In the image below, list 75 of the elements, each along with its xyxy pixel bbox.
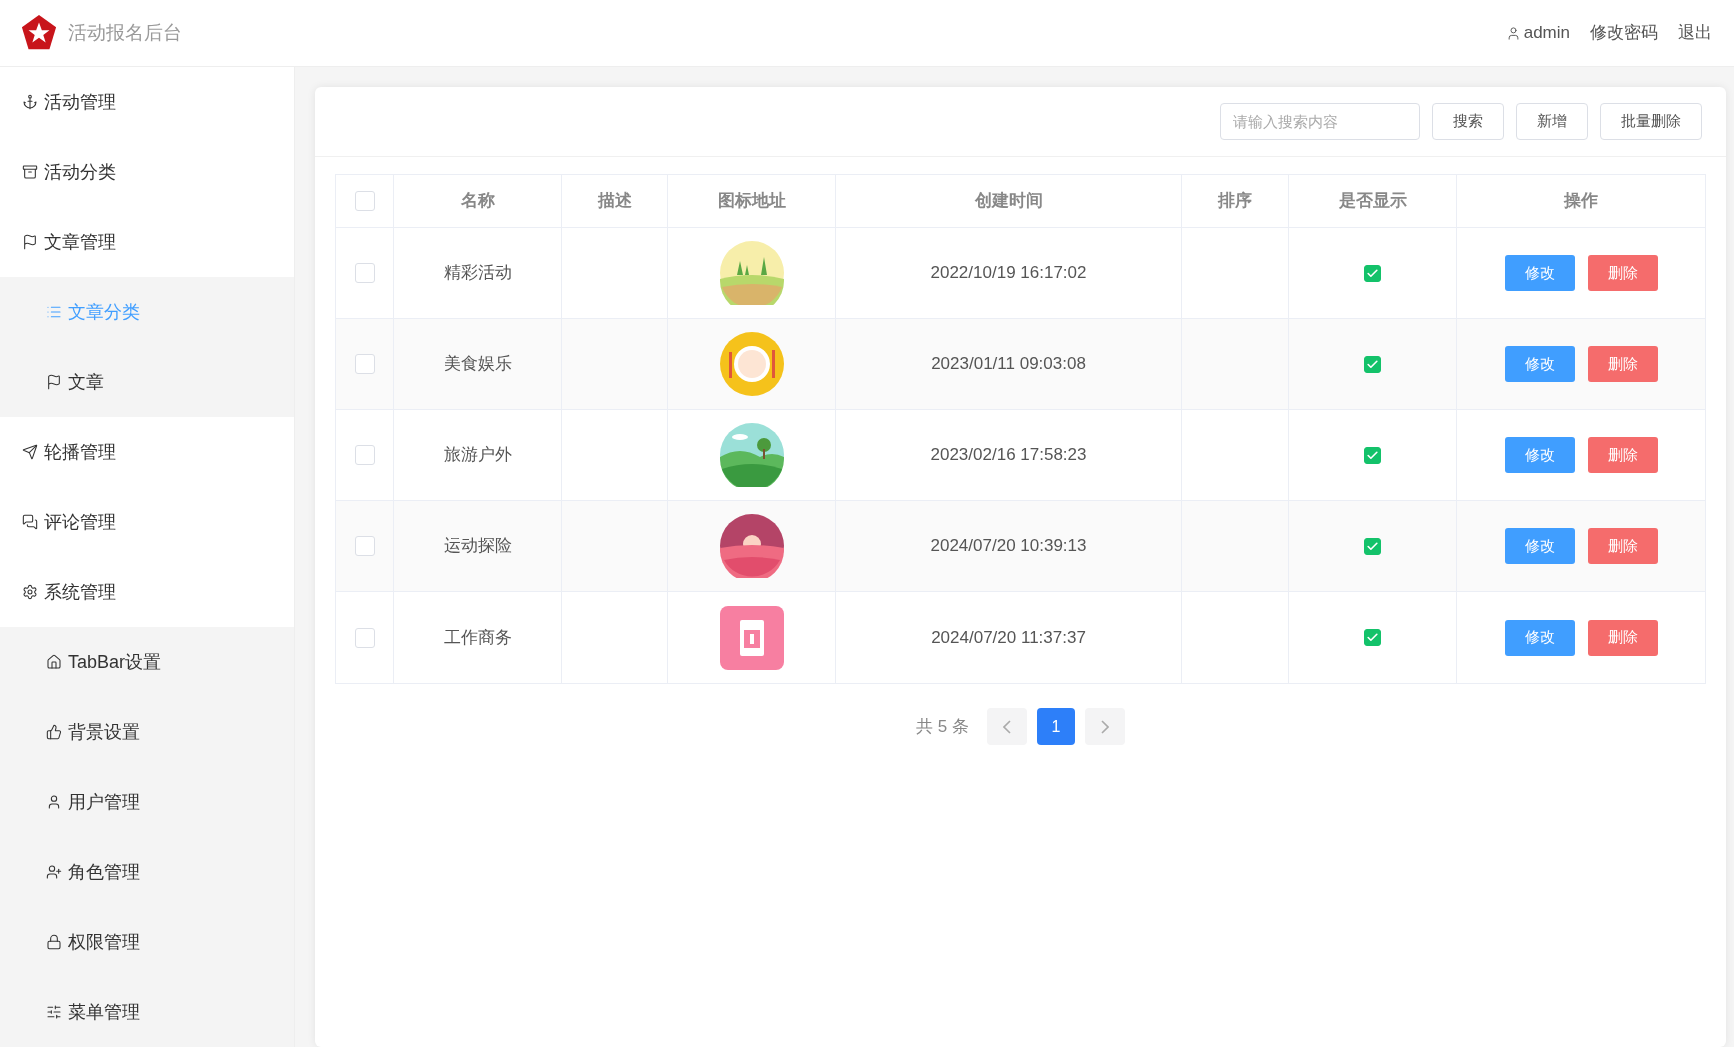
date-cell-text: 2023/01/11 09:03:08 xyxy=(931,353,1086,376)
sidebar-subitem[interactable]: 角色管理 xyxy=(0,837,294,907)
column-header: 描述 xyxy=(597,190,632,213)
list-icon xyxy=(46,304,62,320)
visible-checkbox[interactable] xyxy=(1364,446,1381,464)
sliders-icon xyxy=(46,1004,62,1020)
column-header: 排序 xyxy=(1218,190,1252,213)
plate-thumbnail xyxy=(719,332,784,396)
column-header: 操作 xyxy=(1564,190,1598,213)
column-header: 名称 xyxy=(460,190,495,213)
user-plus-icon xyxy=(46,864,62,880)
chevron-left-icon xyxy=(1002,719,1011,734)
money-tag-thumbnail xyxy=(719,605,784,670)
header-link[interactable]: 退出 xyxy=(1678,20,1712,46)
next-page-button[interactable] xyxy=(1084,708,1125,745)
check-icon xyxy=(1366,266,1379,280)
landscape-thumbnail xyxy=(719,241,784,305)
send-icon xyxy=(22,444,38,460)
name-cell-text: 运动探险 xyxy=(443,535,512,558)
header-link[interactable]: 修改密码 xyxy=(1590,20,1658,46)
user-icon xyxy=(46,794,62,810)
name-cell-text: 工作商务 xyxy=(443,626,512,649)
archive-icon xyxy=(22,164,38,180)
name-cell-text: 旅游户外 xyxy=(443,444,512,467)
star-logo xyxy=(20,14,58,52)
lock-icon xyxy=(46,934,62,950)
check-icon xyxy=(1366,357,1379,371)
column-header: 是否显示 xyxy=(1338,190,1407,213)
flag-icon xyxy=(22,234,38,250)
sidebar-subitem[interactable]: 文章 xyxy=(0,347,294,417)
date-cell-text: 2024/07/20 10:39:13 xyxy=(930,535,1087,558)
username: admin xyxy=(1523,22,1570,45)
name-cell-text: 美食娱乐 xyxy=(443,353,512,376)
column-header: 创建时间 xyxy=(974,190,1043,213)
settings-icon xyxy=(22,584,38,600)
chat-icon xyxy=(22,514,38,530)
check-icon xyxy=(1366,539,1379,553)
checkbox[interactable] xyxy=(354,191,375,211)
checkbox[interactable] xyxy=(354,445,375,465)
previous-page-button[interactable] xyxy=(986,708,1027,745)
thumbs-up-icon xyxy=(46,724,62,740)
user-icon xyxy=(1505,25,1521,41)
toolbar-button[interactable]: 新增 xyxy=(1516,103,1588,140)
visible-checkbox[interactable] xyxy=(1364,629,1381,646)
visible-checkbox[interactable] xyxy=(1364,537,1381,555)
visible-checkbox[interactable] xyxy=(1364,264,1381,282)
flag-icon xyxy=(46,374,62,390)
app-title: 活动报名后台 xyxy=(68,20,182,45)
sunset-thumbnail xyxy=(719,514,784,578)
sidebar-subitem[interactable]: TabBar设置 xyxy=(0,627,294,697)
checkbox[interactable] xyxy=(354,263,375,283)
home-icon xyxy=(46,654,62,670)
date-cell-text: 2023/02/16 17:58:23 xyxy=(930,444,1087,467)
hills-thumbnail xyxy=(719,423,784,487)
toolbar-button[interactable]: 批量删除 xyxy=(1600,103,1702,140)
checkbox[interactable] xyxy=(354,627,375,648)
column-header: 图标地址 xyxy=(717,190,786,213)
total-count: 共 5 条 xyxy=(916,715,969,738)
check-icon xyxy=(1366,631,1379,644)
date-cell-text: 2022/10/19 16:17:02 xyxy=(930,262,1087,285)
date-cell-text: 2024/07/20 11:37:37 xyxy=(931,626,1086,649)
search-field[interactable]: 请输入搜索内容 xyxy=(1220,103,1420,140)
sidebar-subitem[interactable]: 用户管理 xyxy=(0,767,294,837)
chevron-right-icon xyxy=(1100,719,1109,734)
toolbar-button[interactable]: 搜索 xyxy=(1432,103,1504,140)
sidebar-subitem[interactable]: 背景设置 xyxy=(0,697,294,767)
sidebar-subitem[interactable]: 权限管理 xyxy=(0,907,294,977)
sidebar-subitem[interactable]: 菜单管理 xyxy=(0,977,294,1047)
page-button[interactable]: 1 xyxy=(1036,708,1075,745)
visible-checkbox[interactable] xyxy=(1364,355,1381,373)
checkbox[interactable] xyxy=(354,536,375,556)
check-icon xyxy=(1366,448,1379,462)
checkbox[interactable] xyxy=(354,354,375,374)
name-cell-text: 精彩活动 xyxy=(443,262,512,285)
anchor-icon xyxy=(22,94,38,110)
